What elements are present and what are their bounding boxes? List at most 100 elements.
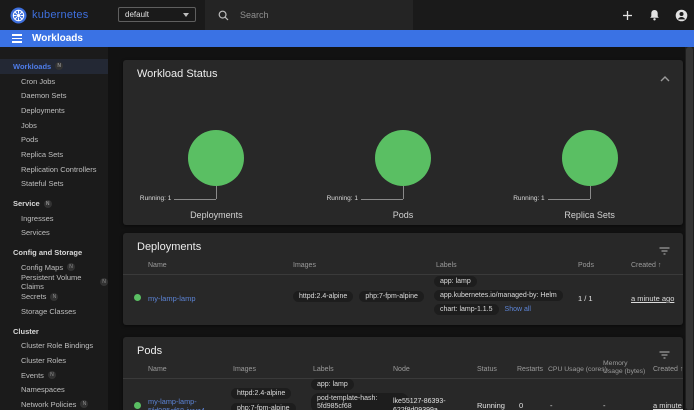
notifications-bell-icon[interactable]	[647, 8, 661, 22]
col-header-restarts[interactable]: Restarts	[517, 366, 543, 374]
image-chip: httpd:2.4-alpine	[231, 388, 291, 399]
deployments-pie-chart: Running: 1 Deployments	[123, 107, 310, 225]
col-header-cpu[interactable]: CPU Usage (cores)	[548, 366, 607, 374]
col-header-pods[interactable]: Pods	[578, 262, 594, 270]
namespace-selector[interactable]: default	[118, 7, 196, 22]
col-header-images[interactable]: Images	[233, 366, 256, 374]
col-header-images[interactable]: Images	[293, 262, 316, 270]
create-plus-icon[interactable]	[620, 8, 634, 22]
collapse-chevron-up-icon[interactable]	[660, 69, 670, 87]
sidebar-item-cluster-role-bindings[interactable]: Cluster Role Bindings	[0, 338, 108, 353]
sidebar-item-events[interactable]: Events N	[0, 368, 108, 383]
col-header-status[interactable]: Status	[477, 366, 497, 374]
label-chip: chart: lamp-1.1.5	[434, 304, 499, 315]
card-title: Workload Status	[137, 68, 218, 80]
namespaced-badge-icon: N	[50, 293, 58, 301]
sidebar-item-service[interactable]: Service N	[0, 196, 108, 211]
pods-count-cell: 1 / 1	[578, 294, 593, 303]
workload-status-card: Workload Status Running: 1 Deployments R…	[123, 60, 683, 225]
sidebar-item-pods[interactable]: Pods	[0, 132, 108, 147]
pod-name-link[interactable]: my-lamp-lamp-5fd985cf68-jwvz4	[148, 397, 232, 410]
vertical-scrollbar[interactable]	[685, 47, 694, 410]
search-bar[interactable]	[205, 0, 413, 30]
chart-legend: Running: 1	[327, 195, 358, 202]
col-header-memory[interactable]: Memory Usage (bytes)	[603, 360, 649, 376]
col-header-labels[interactable]: Labels	[313, 366, 334, 374]
chart-legend: Running: 1	[140, 195, 171, 202]
namespaced-badge-icon: N	[100, 278, 108, 286]
col-header-node[interactable]: Node	[393, 366, 410, 374]
cpu-usage-cell: -	[550, 401, 553, 410]
image-chip: httpd:2.4-alpine	[293, 291, 353, 302]
sidebar-item-namespaces[interactable]: Namespaces	[0, 382, 108, 397]
image-chip: php:7-fpm-alpine	[359, 291, 424, 302]
kubernetes-wheel-icon	[10, 7, 27, 24]
sidebar-item-storage-classes[interactable]: Storage Classes	[0, 304, 108, 319]
namespaced-badge-icon: N	[55, 62, 63, 70]
sidebar-item-jobs[interactable]: Jobs	[0, 118, 108, 133]
kubernetes-logo[interactable]: kubernetes	[10, 0, 88, 30]
scrollbar-thumb[interactable]	[686, 47, 693, 410]
chart-title: Deployments	[123, 210, 310, 220]
pie-running-slice[interactable]	[562, 130, 618, 186]
pie-running-slice[interactable]	[188, 130, 244, 186]
replica-sets-pie-chart: Running: 1 Replica Sets	[496, 107, 683, 225]
top-bar-actions	[620, 0, 688, 30]
sidebar-item-cron-jobs[interactable]: Cron Jobs	[0, 74, 108, 89]
sidebar-section-cluster: Cluster	[0, 324, 108, 339]
col-header-labels[interactable]: Labels	[436, 262, 457, 270]
namespaced-badge-icon: N	[48, 371, 56, 379]
sidebar-item-deployments[interactable]: Deployments	[0, 103, 108, 118]
filter-icon[interactable]	[659, 242, 670, 260]
deployments-table-header: Name Images Labels Pods Created ↑	[123, 262, 683, 272]
status-ok-dot-icon	[134, 294, 141, 301]
sidebar-item-secrets[interactable]: Secrets N	[0, 289, 108, 304]
sidebar-nav: Workloads N Cron Jobs Daemon Sets Deploy…	[0, 47, 108, 410]
sidebar-item-replica-sets[interactable]: Replica Sets	[0, 147, 108, 162]
pods-card: Pods Name Images Labels Node Status Rest…	[123, 337, 683, 410]
deployment-row[interactable]: my-lamp-lamp httpd:2.4-alpine php:7-fpm-…	[123, 275, 683, 325]
namespaced-badge-icon: N	[80, 400, 88, 408]
sidebar-item-services[interactable]: Services	[0, 226, 108, 241]
sort-ascending-icon: ↑	[658, 262, 662, 269]
app-bar: Workloads	[0, 30, 694, 47]
account-user-icon[interactable]	[674, 8, 688, 22]
images-cell: httpd:2.4-alpine php:7-fpm-alpine	[231, 388, 296, 410]
col-header-name[interactable]: Name	[148, 366, 167, 374]
pod-row[interactable]: my-lamp-lamp-5fd985cf68-jwvz4 httpd:2.4-…	[123, 379, 683, 410]
brand-name: kubernetes	[32, 9, 88, 21]
col-header-created[interactable]: Created ↑	[631, 262, 661, 270]
sidebar-item-cluster-roles[interactable]: Cluster Roles	[0, 353, 108, 368]
top-bar: kubernetes default	[0, 0, 694, 30]
page-title: Workloads	[32, 33, 83, 44]
deployments-card: Deployments Name Images Labels Pods Crea…	[123, 233, 683, 325]
sidebar-item-workloads[interactable]: Workloads N	[0, 59, 108, 74]
card-title: Deployments	[137, 241, 201, 253]
created-cell: a minute ago	[653, 401, 683, 410]
sidebar-item-replication-controllers[interactable]: Replication Controllers	[0, 162, 108, 177]
search-input[interactable]	[238, 9, 392, 21]
namespaced-badge-icon: N	[67, 263, 75, 271]
sidebar-item-stateful-sets[interactable]: Stateful Sets	[0, 177, 108, 192]
node-cell: lke55127-86393-622f8d09399a	[393, 397, 473, 410]
sort-ascending-icon: ↑	[680, 366, 683, 373]
chevron-down-icon	[183, 13, 189, 17]
sidebar-item-ingresses[interactable]: Ingresses	[0, 211, 108, 226]
show-all-link[interactable]: Show all	[505, 306, 531, 313]
pie-running-slice[interactable]	[375, 130, 431, 186]
col-header-created[interactable]: Created ↑	[653, 366, 683, 374]
status-ok-dot-icon	[134, 402, 141, 409]
pods-table-header: Name Images Labels Node Status Restarts …	[123, 355, 683, 377]
restarts-cell: 0	[519, 401, 523, 410]
sidebar-item-network-policies[interactable]: Network Policies N	[0, 397, 108, 410]
namespaced-badge-icon: N	[44, 200, 52, 208]
sidebar-item-persistent-volume-claims[interactable]: Persistent Volume Claims N	[0, 275, 108, 290]
chart-legend: Running: 1	[513, 195, 544, 202]
col-header-name[interactable]: Name	[148, 262, 167, 270]
deployment-name-link[interactable]: my-lamp-lamp	[148, 294, 196, 303]
image-chip: php:7-fpm-alpine	[231, 403, 296, 410]
sidebar-item-daemon-sets[interactable]: Daemon Sets	[0, 88, 108, 103]
labels-cell: app: lamp app.kubernetes.io/managed-by: …	[434, 276, 563, 315]
menu-hamburger-icon[interactable]	[12, 34, 22, 43]
images-cell: httpd:2.4-alpine php:7-fpm-alpine	[293, 291, 424, 302]
